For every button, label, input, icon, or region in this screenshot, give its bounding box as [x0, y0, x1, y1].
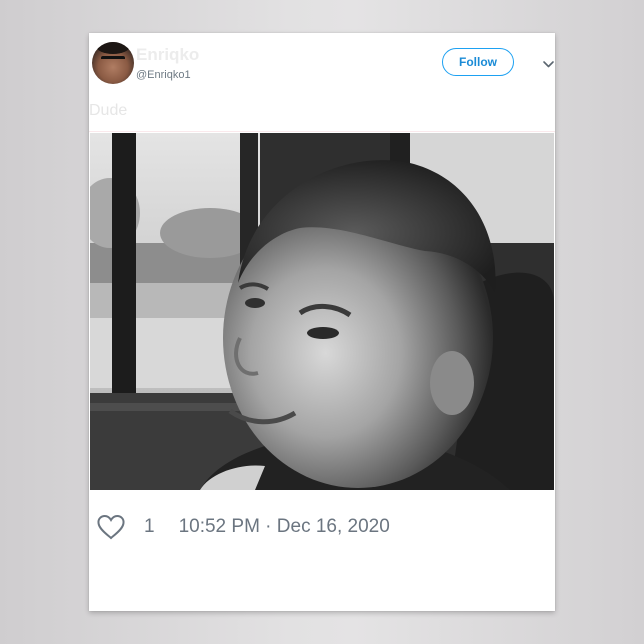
avatar-hair: [96, 42, 130, 54]
timestamp[interactable]: 10:52 PM · Dec 16, 2020: [179, 516, 390, 538]
follow-button[interactable]: Follow: [442, 48, 514, 76]
avatar[interactable]: [92, 42, 134, 84]
avatar-glasses: [101, 56, 125, 66]
heart-outline-icon[interactable]: [96, 514, 126, 540]
like-count: 1: [144, 516, 155, 537]
tweet-poster: Enriqko @Enriqko1 Follow Dude 1 10:52 PM…: [89, 33, 555, 611]
chevron-down-icon[interactable]: [542, 58, 555, 70]
display-name[interactable]: Enriqko: [136, 45, 199, 65]
user-handle[interactable]: @Enriqko1: [136, 69, 191, 81]
tweet-text: Dude: [89, 102, 128, 119]
divider: [89, 131, 555, 132]
tweet-photo[interactable]: [90, 133, 554, 490]
tweet-metrics: 1 10:52 PM · Dec 16, 2020: [96, 513, 536, 541]
